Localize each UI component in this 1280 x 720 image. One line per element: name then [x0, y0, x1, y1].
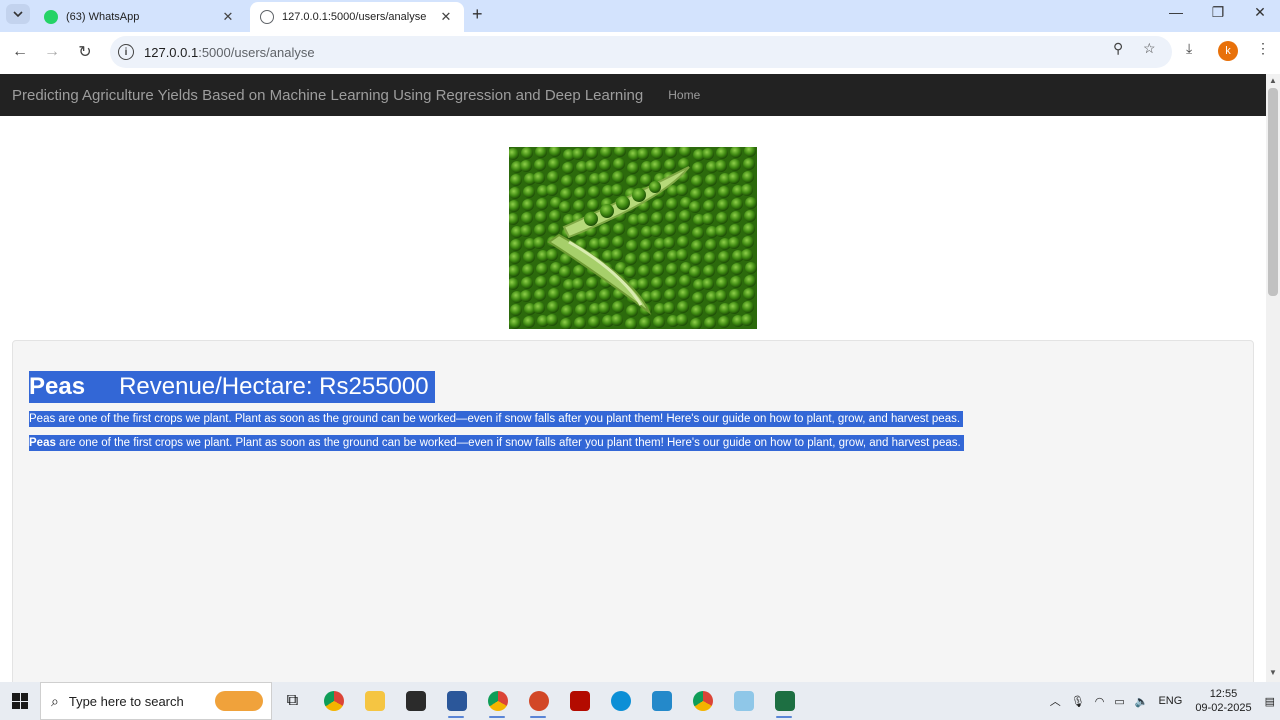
file-explorer-icon[interactable]: [354, 682, 395, 720]
tab-search-button[interactable]: [6, 4, 30, 24]
crop-name: Peas: [29, 373, 86, 400]
clock-date: 09-02-2025: [1195, 702, 1252, 714]
crop-details-panel: Peas Revenue/Hectare: Rs255000 Peas are o…: [12, 340, 1254, 682]
download-icon[interactable]: ⤓: [1186, 40, 1192, 57]
start-button[interactable]: [0, 682, 40, 720]
vscode-icon[interactable]: [641, 682, 682, 720]
word-icon[interactable]: [436, 682, 477, 720]
revenue-text: Revenue/Hectare: Rs255000: [119, 373, 429, 400]
site-navbar: Predicting Agriculture Yields Based on M…: [0, 74, 1266, 116]
back-button[interactable]: ←: [9, 41, 31, 63]
url-host: 127.0.0.1: [144, 44, 199, 60]
crop-description-rest: are one of the first crops we plant. Pla…: [55, 437, 961, 449]
zoom-icon[interactable]: ⚲: [1113, 40, 1123, 57]
acrobat-icon[interactable]: [559, 682, 600, 720]
chrome-icon[interactable]: [682, 682, 723, 720]
search-icon: ⌕: [51, 692, 59, 709]
whatsapp-icon: [44, 10, 58, 24]
battery-icon[interactable]: ▭: [1114, 695, 1124, 708]
microphone-icon[interactable]: 🎙: [1071, 695, 1085, 708]
page-viewport: Predicting Agriculture Yields Based on M…: [0, 74, 1266, 682]
search-placeholder: Type here to search: [68, 693, 184, 709]
scroll-up-icon[interactable]: ▲: [1269, 76, 1277, 85]
volume-icon[interactable]: 🔈: [1135, 695, 1149, 708]
crop-description: Peas are one of the first crops we plant…: [29, 411, 964, 427]
notification-icon[interactable]: ▤: [1265, 695, 1275, 708]
excel-icon[interactable]: [764, 682, 805, 720]
tab-strip: (63) WhatsApp ✕ 127.0.0.1:5000/users/ana…: [0, 0, 1280, 32]
site-info-icon[interactable]: i: [118, 44, 134, 60]
globe-icon: [260, 10, 274, 24]
menu-kebab-icon[interactable]: ⋮: [1256, 40, 1270, 57]
tab-title: (63) WhatsApp: [66, 11, 140, 23]
notepad-icon[interactable]: [723, 682, 764, 720]
page-scrollbar[interactable]: ▲ ▼: [1266, 74, 1280, 682]
system-tray: ︿ 🎙 ◠ ▭ 🔈 ENG 12:55 09-02-2025 ▤: [1045, 687, 1280, 715]
windows-logo-icon: [12, 693, 28, 709]
minimize-icon[interactable]: —: [1156, 4, 1196, 20]
site-brand[interactable]: Predicting Agriculture Yields Based on M…: [12, 87, 643, 104]
search-highlight-icon: [215, 691, 263, 711]
chrome-icon[interactable]: [313, 682, 354, 720]
scrollbar-thumb[interactable]: [1268, 88, 1278, 296]
url-path: :5000/users/analyse: [198, 44, 315, 60]
profile-avatar[interactable]: k: [1218, 41, 1238, 61]
wifi-icon[interactable]: ◠: [1095, 695, 1105, 708]
tab-title: 127.0.0.1:5000/users/analyse: [282, 11, 427, 23]
nav-home-link[interactable]: Home: [668, 88, 700, 102]
tab-whatsapp[interactable]: (63) WhatsApp ✕: [34, 2, 246, 32]
windows-taskbar: ⌕ Type here to search ⧉ ︿ 🎙 ◠ ▭ 🔈 ENG 12…: [0, 682, 1280, 720]
peas-image: [509, 147, 757, 329]
chevron-down-icon: [13, 11, 23, 18]
new-tab-button[interactable]: +: [472, 4, 483, 25]
language-indicator[interactable]: ENG: [1158, 695, 1182, 707]
address-bar[interactable]: i 127.0.0.1:5000/users/analyse: [110, 36, 1172, 68]
scroll-down-icon[interactable]: ▼: [1269, 668, 1277, 677]
browser-toolbar: ← → ↻ i 127.0.0.1:5000/users/analyse ⚲ ☆…: [0, 32, 1280, 72]
task-view-icon[interactable]: ⧉: [272, 682, 313, 720]
reload-button[interactable]: ↻: [74, 41, 96, 63]
close-window-icon[interactable]: ✕: [1240, 4, 1280, 21]
hero-section: [0, 116, 1266, 340]
url-text[interactable]: 127.0.0.1:5000/users/analyse: [144, 45, 315, 60]
clock-time: 12:55: [1209, 688, 1238, 700]
taskbar-search[interactable]: ⌕ Type here to search: [40, 682, 272, 720]
chevron-up-icon[interactable]: ︿: [1050, 693, 1061, 709]
crop-description-detail: Peas are one of the first crops we plant…: [29, 435, 964, 451]
edge-icon[interactable]: [600, 682, 641, 720]
crop-name-bold: Peas: [29, 437, 56, 449]
close-tab-icon[interactable]: ✕: [438, 9, 454, 25]
restore-icon[interactable]: ❐: [1198, 4, 1238, 21]
terminal-icon[interactable]: [395, 682, 436, 720]
powerpoint-icon[interactable]: [518, 682, 559, 720]
bookmark-star-icon[interactable]: ☆: [1143, 40, 1156, 57]
close-tab-icon[interactable]: ✕: [220, 9, 236, 25]
chrome-icon[interactable]: [477, 682, 518, 720]
tab-analyse[interactable]: 127.0.0.1:5000/users/analyse ✕: [250, 2, 464, 32]
forward-button[interactable]: →: [41, 41, 63, 63]
taskbar-clock[interactable]: 12:55 09-02-2025: [1195, 687, 1251, 715]
crop-heading: Peas Revenue/Hectare: Rs255000: [29, 371, 435, 403]
